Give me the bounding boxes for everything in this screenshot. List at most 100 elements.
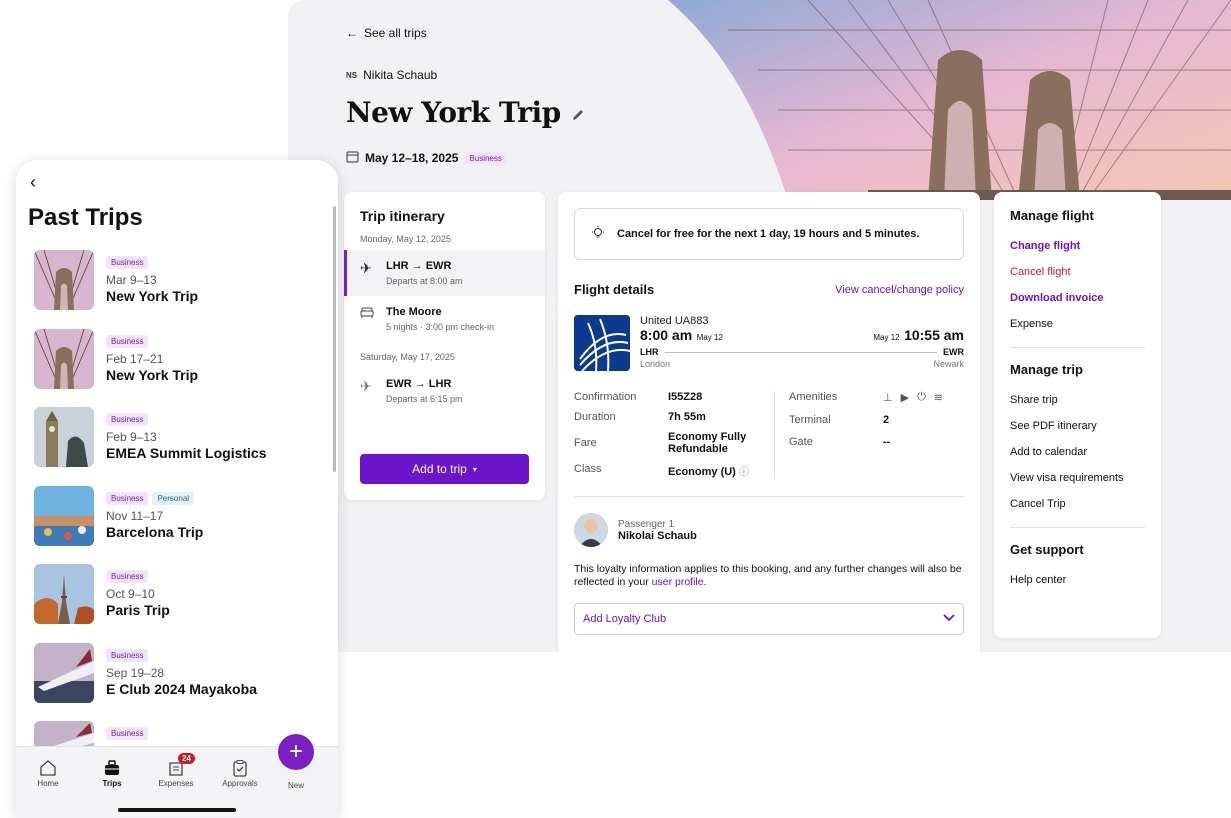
- itinerary-day: Monday, May 12, 2025: [360, 234, 451, 244]
- tab-home-label: Home: [37, 779, 59, 788]
- pencil-icon[interactable]: [571, 96, 585, 129]
- back-chevron-icon[interactable]: ‹: [30, 172, 36, 193]
- tab-trips[interactable]: Trips: [82, 757, 142, 788]
- page-title: Past Trips: [28, 204, 143, 231]
- list-item[interactable]: Business Mar 9–13 New York Trip: [34, 250, 324, 329]
- list-item[interactable]: Business Sep 19–28 E Club 2024 Mayakoba: [34, 642, 324, 722]
- clipboard-check-icon: [210, 757, 270, 779]
- info-icon[interactable]: ⓘ: [739, 467, 749, 478]
- see-all-trips-link[interactable]: ← See all trips: [346, 26, 427, 40]
- user-profile-link[interactable]: user profile: [652, 576, 704, 588]
- cancel-flight-link[interactable]: Cancel flight: [1010, 259, 1145, 285]
- passenger-label: Passenger 1: [618, 518, 675, 530]
- itinerary-item-title: The Moore: [386, 306, 442, 318]
- tab-new[interactable]: New: [266, 781, 326, 790]
- trip-name: Barcelona Trip: [106, 523, 204, 540]
- from-city: London: [640, 359, 671, 369]
- mobile-app: ‹ Past Trips Business Mar 9–13 New York …: [16, 160, 338, 818]
- itinerary-item-hotel[interactable]: The Moore 5 nights · 3:00 pm check-in: [344, 296, 545, 342]
- itinerary-item-return-flight[interactable]: ✈ EWR → LHR Departs at 6:15 pm: [344, 368, 545, 414]
- help-center-link[interactable]: Help center: [1010, 567, 1145, 593]
- tab-home[interactable]: Home: [18, 757, 78, 788]
- manage-flight-title: Manage flight: [1010, 208, 1094, 223]
- tab-new-label: New: [287, 781, 304, 790]
- free-cancel-banner: Cancel for free for the next 1 day, 19 h…: [574, 208, 964, 260]
- divider: [574, 496, 964, 497]
- trip-dates: Mar 9–13: [106, 273, 157, 287]
- divider: [1010, 347, 1145, 348]
- cancel-change-policy-link[interactable]: View cancel/change policy: [835, 284, 964, 296]
- home-indicator: [118, 808, 236, 812]
- depart-time: 8:00 am: [640, 327, 693, 343]
- tab-expenses[interactable]: 24 Expenses: [146, 753, 206, 788]
- thumbnail: [34, 250, 94, 310]
- itinerary-item-title: EWR → LHR: [386, 378, 452, 390]
- get-support-title: Get support: [1010, 542, 1084, 557]
- tag-business: Business: [106, 256, 149, 269]
- arrow-left-icon: ←: [346, 26, 358, 40]
- list-item[interactable]: Business Feb 17–21 New York Trip: [34, 328, 324, 408]
- receipt-icon: 24: [146, 753, 206, 779]
- arrive-date: May 12: [873, 333, 900, 342]
- passenger-row: Passenger 1 Nikolai Schaub: [574, 513, 964, 547]
- tag-personal: Personal: [152, 491, 195, 505]
- from-airport: LHR: [640, 347, 659, 357]
- cancel-trip-link[interactable]: Cancel Trip: [1010, 491, 1145, 517]
- list-item[interactable]: Business Oct 9–10 Paris Trip: [34, 564, 324, 643]
- wifi-icon: ≋: [933, 392, 943, 404]
- lightbulb-icon: [591, 225, 605, 243]
- tab-approvals-label: Approvals: [222, 779, 258, 788]
- list-item[interactable]: Business Personal Nov 11–17 Barcelona Tr…: [34, 485, 324, 565]
- tag-business: Business: [106, 334, 149, 348]
- terminal-value: 2: [883, 414, 890, 426]
- view-visa-requirements-link[interactable]: View visa requirements: [1010, 465, 1145, 491]
- tab-approvals[interactable]: Approvals: [210, 757, 270, 788]
- bed-icon: [360, 306, 376, 322]
- thumbnail: [34, 485, 94, 546]
- flight-details-card: Cancel for free for the next 1 day, 19 h…: [558, 192, 980, 652]
- scrollbar[interactable]: [333, 206, 336, 472]
- to-airport: EWR: [943, 347, 964, 357]
- share-trip-link[interactable]: Share trip: [1010, 387, 1145, 413]
- trip-dates-row: May 12–18, 2025 Business: [346, 150, 507, 166]
- to-city: Newark: [933, 359, 964, 369]
- plus-icon: +: [288, 738, 303, 765]
- itinerary-item-title: LHR → EWR: [386, 260, 452, 272]
- flight-carrier: United UA883: [640, 315, 709, 327]
- manage-card: Manage flight Change flight Cancel fligh…: [994, 192, 1161, 638]
- change-flight-link[interactable]: Change flight: [1010, 233, 1145, 259]
- back-link-label: See all trips: [364, 26, 427, 40]
- add-to-trip-button[interactable]: Add to trip ▾: [360, 454, 529, 484]
- loyalty-note: This loyalty information applies to this…: [574, 563, 962, 588]
- see-pdf-itinerary-link[interactable]: See PDF itinerary: [1010, 413, 1145, 439]
- free-cancel-text: Cancel for free for the next 1 day, 19 h…: [617, 228, 920, 240]
- chevron-down-icon: ▾: [472, 464, 477, 474]
- flight-info-grid: Confirmation I55Z28 Duration 7h 55m Fare…: [574, 391, 964, 478]
- trip-itinerary-card: Trip itinerary Monday, May 12, 2025 ✈ LH…: [344, 192, 545, 500]
- flight-details-title: Flight details: [574, 282, 655, 297]
- trip-name: E Club 2024 Mayakoba: [106, 680, 257, 697]
- expense-link[interactable]: Expense: [1010, 311, 1145, 337]
- tag-business: Business: [106, 413, 149, 426]
- trip-dates: Sep 19–28: [106, 665, 165, 680]
- depart-date: May 12: [696, 333, 723, 342]
- passenger-name: Nikolai Schaub: [618, 529, 697, 542]
- itinerary-day: Saturday, May 17, 2025: [360, 352, 455, 362]
- duration-label: Duration: [574, 411, 616, 423]
- tab-trips-label: Trips: [102, 779, 122, 788]
- suitcase-icon: [82, 757, 142, 779]
- itinerary-item-outbound-flight[interactable]: ✈ LHR → EWR Departs at 8:00 am: [344, 250, 545, 296]
- amenities-label: Amenities: [789, 391, 838, 403]
- tag-business: Business: [106, 648, 149, 662]
- list-item[interactable]: Business Feb 9–13 EMEA Summit Logistics: [34, 407, 324, 486]
- home-icon: [18, 757, 78, 779]
- tab-expenses-label: Expenses: [158, 779, 194, 788]
- trip-title-row: New York Trip: [346, 96, 585, 129]
- add-to-calendar-link[interactable]: Add to calendar: [1010, 439, 1145, 465]
- tag-business: Business: [106, 491, 149, 505]
- add-loyalty-club-select[interactable]: Add Loyalty Club: [574, 603, 964, 635]
- new-plus-button[interactable]: +: [278, 734, 314, 770]
- traveler-name: Nikita Schaub: [363, 68, 438, 82]
- download-invoice-link[interactable]: Download invoice: [1010, 285, 1145, 311]
- terminal-label: Terminal: [789, 414, 831, 426]
